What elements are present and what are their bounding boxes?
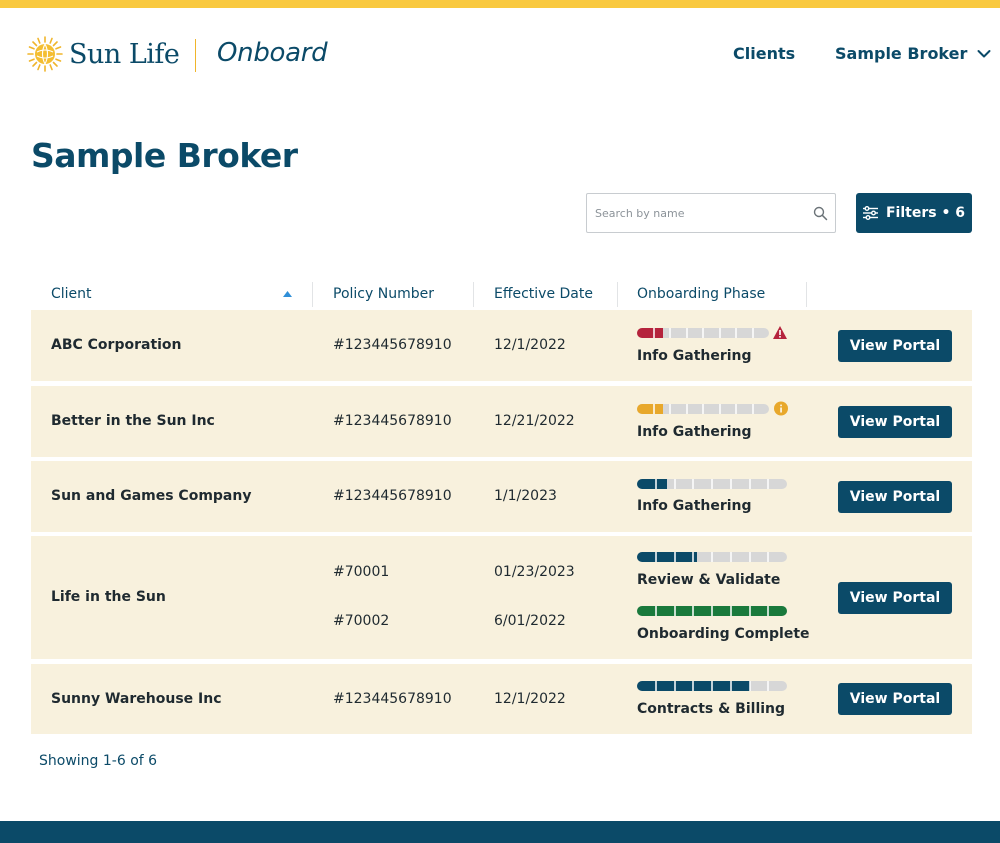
search-field[interactable] bbox=[586, 193, 836, 233]
progress-bar bbox=[637, 681, 787, 691]
pagination-summary: Showing 1-6 of 6 bbox=[39, 753, 158, 769]
table-row: Life in the Sun #70001 01/23/2023 Review… bbox=[31, 536, 972, 659]
sliders-icon bbox=[862, 206, 878, 220]
policy-number: #123445678910 bbox=[333, 488, 452, 504]
progress-bar bbox=[637, 328, 769, 338]
column-divider bbox=[806, 282, 807, 307]
progress-bar bbox=[637, 552, 787, 562]
policy-number: #123445678910 bbox=[333, 337, 452, 353]
column-header-policy[interactable]: Policy Number bbox=[333, 286, 434, 302]
view-portal-button[interactable]: View Portal bbox=[838, 406, 952, 438]
effective-date: 12/1/2022 bbox=[494, 337, 566, 353]
client-name: Sun and Games Company bbox=[51, 488, 252, 504]
effective-date: 01/23/2023 bbox=[494, 564, 575, 580]
brand-name: Sun Life bbox=[69, 38, 180, 70]
policy-number: #123445678910 bbox=[333, 413, 452, 429]
phase-label: Info Gathering bbox=[637, 348, 752, 364]
warning-icon bbox=[773, 326, 787, 339]
progress-bar bbox=[637, 479, 787, 489]
search-icon[interactable] bbox=[813, 206, 828, 221]
view-portal-button[interactable]: View Portal bbox=[838, 330, 952, 362]
effective-date: 1/1/2023 bbox=[494, 488, 557, 504]
policy-number: #70002 bbox=[333, 613, 390, 629]
chevron-down-icon bbox=[977, 49, 991, 57]
view-portal-button[interactable]: View Portal bbox=[838, 481, 952, 513]
product-name: Onboard bbox=[217, 38, 328, 68]
search-input[interactable] bbox=[587, 194, 807, 232]
info-icon bbox=[774, 401, 788, 416]
column-header-client[interactable]: Client bbox=[51, 286, 92, 302]
table-row: Sunny Warehouse Inc #123445678910 12/1/2… bbox=[31, 664, 972, 734]
column-header-phase[interactable]: Onboarding Phase bbox=[637, 286, 765, 302]
phase-label: Info Gathering bbox=[637, 424, 752, 440]
sort-ascending-icon[interactable] bbox=[283, 291, 292, 297]
client-name: Sunny Warehouse Inc bbox=[51, 691, 222, 707]
table-row: Better in the Sun Inc #123445678910 12/2… bbox=[31, 386, 972, 457]
account-menu[interactable]: Sample Broker bbox=[835, 44, 991, 63]
sun-life-logo[interactable]: Sun Life bbox=[27, 36, 180, 72]
filters-label: Filters • 6 bbox=[885, 205, 966, 221]
sun-logo-icon bbox=[27, 36, 63, 72]
table-row: ABC Corporation #123445678910 12/1/2022 … bbox=[31, 310, 972, 381]
account-menu-label: Sample Broker bbox=[835, 44, 968, 63]
phase-label: Onboarding Complete bbox=[637, 626, 810, 642]
client-name: Better in the Sun Inc bbox=[51, 413, 215, 429]
column-header-date[interactable]: Effective Date bbox=[494, 286, 593, 302]
page-title: Sample Broker bbox=[31, 136, 298, 175]
phase-label: Contracts & Billing bbox=[637, 701, 786, 717]
client-name: Life in the Sun bbox=[51, 589, 166, 605]
column-divider bbox=[473, 282, 474, 307]
footer-bar bbox=[0, 821, 1000, 843]
progress-bar bbox=[637, 404, 769, 414]
nav-clients-link[interactable]: Clients bbox=[733, 44, 795, 63]
table-row: Sun and Games Company #123445678910 1/1/… bbox=[31, 461, 972, 532]
top-accent-stripe bbox=[0, 0, 1000, 8]
effective-date: 12/21/2022 bbox=[494, 413, 575, 429]
policy-number: #123445678910 bbox=[333, 691, 452, 707]
policy-number: #70001 bbox=[333, 564, 390, 580]
effective-date: 12/1/2022 bbox=[494, 691, 566, 707]
client-name: ABC Corporation bbox=[51, 337, 182, 353]
effective-date: 6/01/2022 bbox=[494, 613, 566, 629]
view-portal-button[interactable]: View Portal bbox=[838, 683, 952, 715]
phase-label: Review & Validate bbox=[637, 572, 781, 588]
view-portal-button[interactable]: View Portal bbox=[838, 582, 952, 614]
phase-label: Info Gathering bbox=[637, 498, 752, 514]
column-divider bbox=[312, 282, 313, 307]
progress-bar bbox=[637, 606, 787, 616]
filters-button[interactable]: Filters • 6 bbox=[856, 193, 972, 233]
logo-divider bbox=[195, 39, 196, 72]
column-divider bbox=[617, 282, 618, 307]
